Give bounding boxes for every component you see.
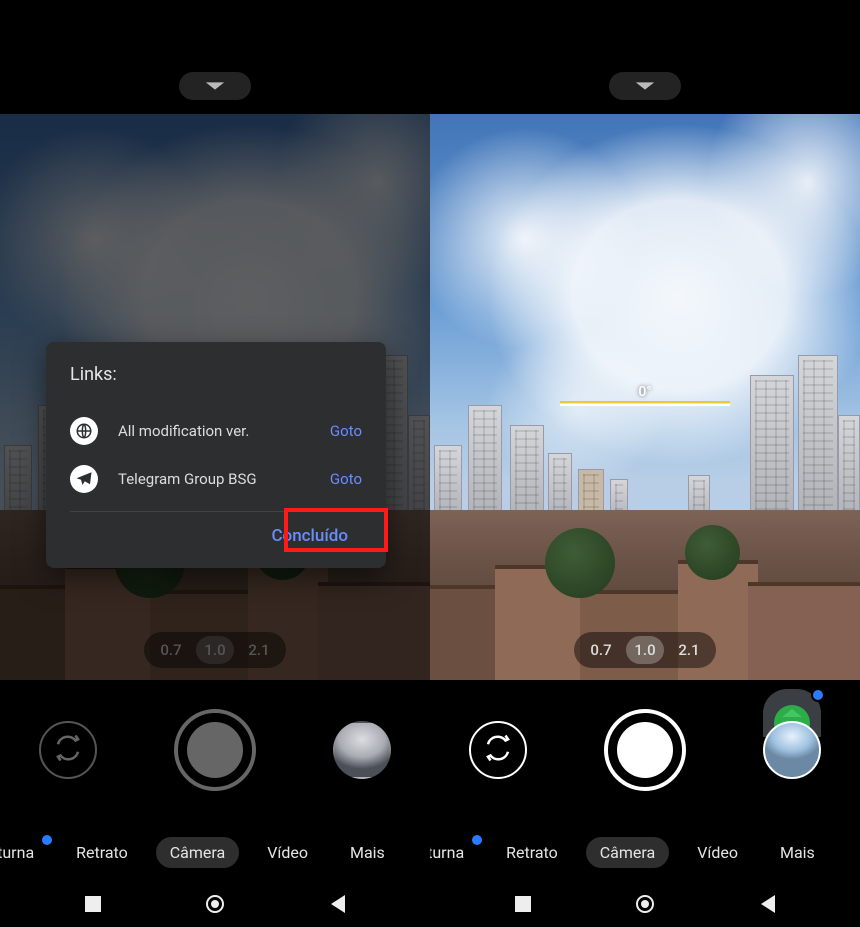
switch-camera-button[interactable] [39, 721, 97, 779]
mode-camera[interactable]: Câmera [156, 837, 239, 868]
recents-icon [85, 896, 101, 912]
settings-pulldown[interactable] [609, 72, 681, 100]
mode-strip[interactable]: oturna Retrato Câmera Vídeo Mais [430, 828, 860, 876]
notification-dot [811, 688, 825, 702]
shutter-button[interactable] [174, 709, 256, 791]
zoom-option[interactable]: 0.7 [582, 636, 620, 664]
dialog-item-label: All modification ver. [118, 422, 310, 440]
mode-label: oturna [0, 843, 34, 862]
mode-noturna[interactable]: oturna [430, 837, 478, 868]
recents-icon [515, 896, 531, 912]
mode-retrato[interactable]: Retrato [62, 837, 142, 868]
mode-badge-dot [42, 835, 52, 845]
mode-mais[interactable]: Mais [336, 837, 399, 868]
android-navbar [430, 881, 860, 927]
back-icon [761, 895, 775, 913]
gallery-thumbnail[interactable] [333, 721, 391, 779]
links-dialog: Links: All modification ver. Goto Telegr… [46, 342, 386, 568]
dialog-divider [70, 511, 362, 512]
nav-recents[interactable] [493, 889, 553, 919]
mode-strip[interactable]: oturna Retrato Câmera Vídeo Mais [0, 828, 430, 876]
globe-icon [70, 417, 98, 445]
dialog-goto-link[interactable]: Goto [330, 422, 362, 440]
viewfinder: 0° 0.7 1.0 2.1 [430, 114, 860, 680]
dialog-row: All modification ver. Goto [70, 407, 362, 455]
mode-badge-dot [472, 835, 482, 845]
shutter-inner [617, 722, 673, 778]
chevron-down-icon [204, 77, 226, 96]
gallery-slot [763, 721, 821, 779]
home-icon [206, 895, 224, 913]
mode-noturna[interactable]: oturna [0, 837, 48, 868]
gallery-thumbnail[interactable] [763, 721, 821, 779]
top-bar [430, 0, 860, 114]
dialog-row: Telegram Group BSG Goto [70, 455, 362, 503]
phone-right: 0° 0.7 1.0 2.1 oturna Retrato [430, 0, 860, 927]
nav-home[interactable] [185, 889, 245, 919]
mode-mais[interactable]: Mais [766, 837, 829, 868]
chevron-down-icon [634, 77, 656, 96]
dialog-item-label: Telegram Group BSG [118, 470, 310, 488]
dialog-actions: Concluído [70, 518, 362, 554]
nav-recents[interactable] [63, 889, 123, 919]
top-bar [0, 0, 430, 114]
mode-label: oturna [430, 843, 464, 862]
nav-home[interactable] [615, 889, 675, 919]
dialog-goto-link[interactable]: Goto [330, 470, 362, 488]
nav-back[interactable] [308, 889, 368, 919]
camera-controls [430, 680, 860, 820]
zoom-selector[interactable]: 0.7 1.0 2.1 [574, 632, 716, 668]
level-bar [560, 402, 730, 405]
back-icon [331, 895, 345, 913]
camera-controls [0, 680, 430, 820]
mode-video[interactable]: Vídeo [253, 837, 322, 868]
mode-video[interactable]: Vídeo [683, 837, 752, 868]
telegram-icon [70, 465, 98, 493]
android-navbar [0, 881, 430, 927]
mode-camera[interactable]: Câmera [586, 837, 669, 868]
level-angle-label: 0° [560, 384, 730, 400]
nav-back[interactable] [738, 889, 798, 919]
dialog-done-button[interactable]: Concluído [257, 518, 362, 554]
gallery-slot [333, 721, 391, 779]
settings-pulldown[interactable] [179, 72, 251, 100]
zoom-option[interactable]: 2.1 [670, 636, 708, 664]
mode-retrato[interactable]: Retrato [492, 837, 572, 868]
zoom-option[interactable]: 1.0 [626, 636, 664, 664]
shutter-button[interactable] [604, 709, 686, 791]
switch-camera-button[interactable] [469, 721, 527, 779]
dialog-title: Links: [70, 364, 362, 385]
shutter-inner [187, 722, 243, 778]
level-indicator: 0° [560, 384, 730, 405]
switch-camera-icon [53, 733, 83, 767]
home-icon [636, 895, 654, 913]
phone-left: 0.7 1.0 2.1 oturna Retrato Câmera Vídeo … [0, 0, 430, 927]
switch-camera-icon [483, 733, 513, 767]
side-by-side-root: 0.7 1.0 2.1 oturna Retrato Câmera Vídeo … [0, 0, 860, 927]
